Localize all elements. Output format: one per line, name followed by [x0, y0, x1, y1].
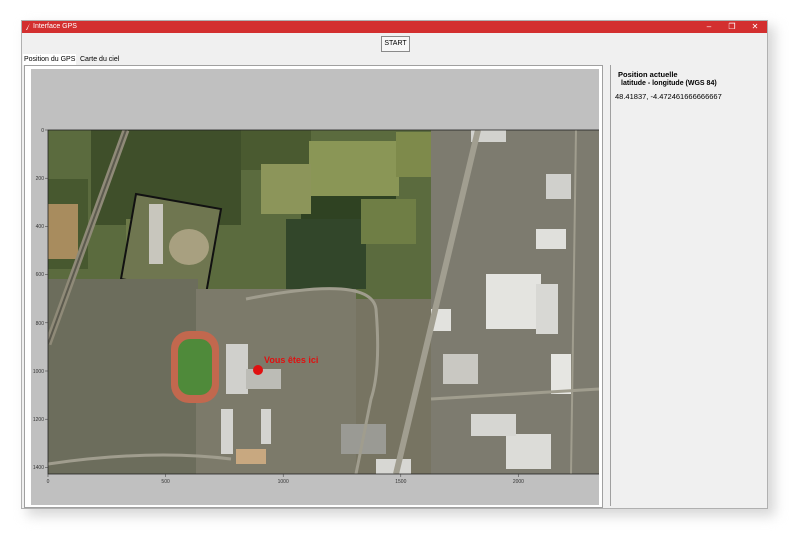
gps-tab-panel: Vous êtes ici 0 200 400 600 800 1000 120… — [24, 65, 603, 508]
x-tick-label: 1000 — [278, 479, 289, 485]
y-tick-label: 800 — [36, 321, 45, 327]
gps-position-marker — [253, 365, 263, 375]
x-tick-label: 0 — [47, 479, 50, 485]
y-tick-label: 1000 — [33, 369, 44, 375]
app-feather-icon — [26, 23, 30, 30]
y-tick-label: 0 — [41, 128, 44, 134]
x-axis: 0 500 1000 1500 2000 — [47, 474, 524, 485]
x-tick-label: 500 — [161, 479, 170, 485]
minimize-icon[interactable]: – — [698, 21, 720, 33]
y-axis: 0 200 400 600 800 1000 1200 1400 — [33, 128, 48, 471]
x-tick-label: 2000 — [513, 479, 524, 485]
aerial-map-image — [48, 130, 600, 474]
start-button[interactable]: START — [381, 36, 410, 52]
map-figure: Vous êtes ici 0 200 400 600 800 1000 120… — [31, 69, 601, 505]
y-tick-label: 400 — [36, 224, 45, 230]
title-bar[interactable]: Interface GPS – ❐ ✕ — [22, 21, 767, 33]
tab-carte-du-ciel[interactable]: Carte du ciel — [79, 54, 120, 65]
close-icon[interactable]: ✕ — [744, 21, 766, 33]
marker-label: Vous êtes ici — [264, 355, 318, 365]
map-plot[interactable]: Vous êtes ici 0 200 400 600 800 1000 120… — [31, 69, 601, 505]
coordinates-value: 48.41837, -4.472461666666667 — [615, 92, 722, 101]
y-tick-label: 1200 — [33, 417, 44, 423]
x-tick-label: 1500 — [395, 479, 406, 485]
tab-position-gps[interactable]: Position du GPS — [23, 54, 77, 65]
window-title: Interface GPS — [33, 23, 77, 30]
app-window: Interface GPS – ❐ ✕ START Position du GP… — [21, 20, 768, 509]
position-panel: Position actuelle latitude - longitude (… — [610, 65, 765, 506]
y-tick-label: 600 — [36, 272, 45, 278]
y-tick-label: 200 — [36, 176, 45, 182]
restore-icon[interactable]: ❐ — [721, 21, 743, 33]
coordinate-system-label: latitude - longitude (WGS 84) — [621, 80, 717, 87]
position-title: Position actuelle — [618, 70, 678, 79]
y-tick-label: 1400 — [33, 465, 44, 471]
